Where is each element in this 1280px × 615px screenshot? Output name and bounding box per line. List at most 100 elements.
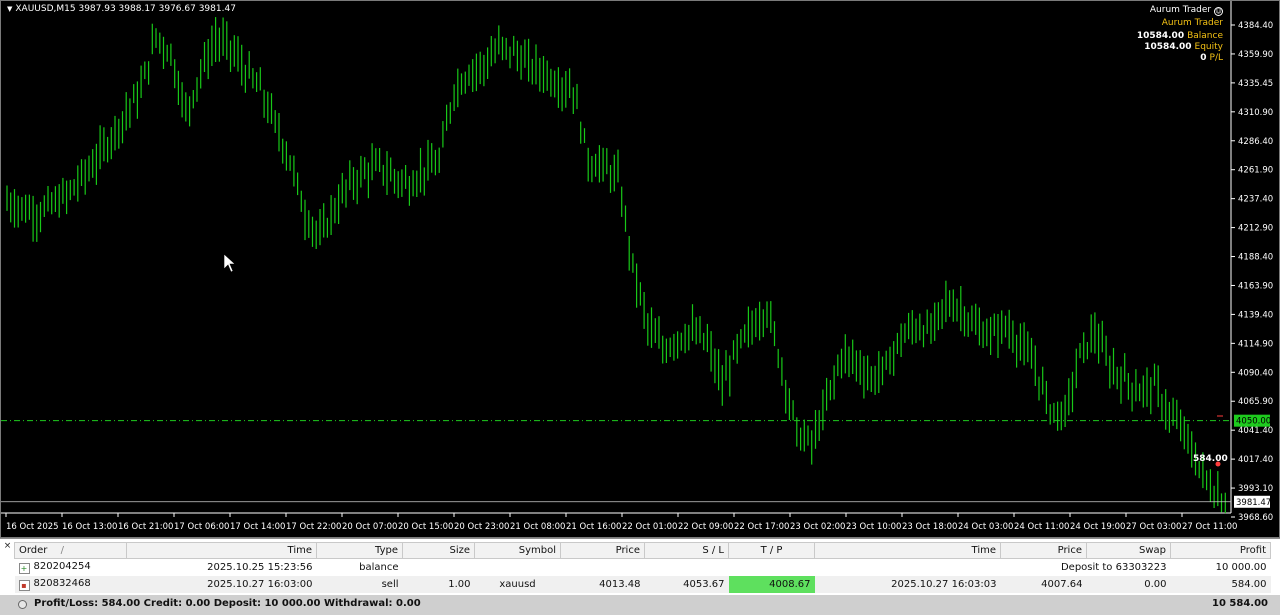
time-tick-label: 17 Oct 06:00 (174, 522, 229, 532)
mouse-cursor-icon (223, 253, 236, 273)
price-tick-label: 4286.40 (1238, 137, 1273, 147)
row-profit: 584.00 (1231, 578, 1267, 590)
time-tick-label: 21 Oct 16:00 (566, 522, 621, 532)
row-price: 4013.48 (599, 578, 641, 590)
closed-sell-icon: ▪ (18, 579, 30, 591)
time-tick-label: 27 Oct 11:00 (1182, 522, 1237, 532)
row-type: sell (381, 578, 399, 590)
account-summary-bar: Profit/Loss: 584.00 Credit: 0.00 Deposit… (0, 595, 1280, 615)
row-size: 1.00 (448, 578, 471, 590)
time-tick-label: 24 Oct 11:00 (1014, 522, 1069, 532)
table-row[interactable]: ▪ 820832468 2025.10.27 16:03:00 sell 1.00… (14, 575, 1271, 593)
time-tick-label: 20 Oct 23:00 (454, 522, 509, 532)
pl-line: 0 P/L (1200, 53, 1223, 64)
price-tick-label: 4359.90 (1238, 50, 1273, 60)
balance-value: 10584.00 (1136, 31, 1185, 41)
price-tick-label: 4261.90 (1238, 166, 1273, 176)
row-time: 2025.10.27 16:03:00 (207, 578, 313, 590)
time-tick-label: 20 Oct 15:00 (398, 522, 453, 532)
time-tick-label: 16 Oct 13:00 (62, 522, 117, 532)
summary-total: 10 584.00 (1212, 598, 1268, 609)
time-tick-label: 16 Oct 21:00 (118, 522, 173, 532)
col-size[interactable]: Size (402, 542, 475, 559)
pl-value: 0 (1200, 53, 1207, 63)
col-sl[interactable]: S / L (644, 542, 729, 559)
price-tick-label: 4310.90 (1238, 108, 1273, 118)
col-profit[interactable]: Profit (1170, 542, 1271, 559)
price-tick-label: 3968.60 (1238, 513, 1273, 523)
trade-history-table: Order / Time Type Size Symbol Price S / … (14, 542, 1271, 593)
chart-window[interactable]: 4384.40 4359.90 4335.45 4310.90 4286.40 4261.… (0, 0, 1280, 538)
time-tick-label: 23 Oct 02:00 (790, 522, 845, 532)
price-tick-label: 3993.10 (1238, 484, 1273, 494)
row-profit: 10 000.00 (1215, 561, 1267, 573)
price-tick-label: 4335.45 (1238, 79, 1273, 89)
price-tick-label: 4041.40 (1238, 426, 1273, 436)
smiley-icon: ☺ (1214, 7, 1223, 16)
price-tick-label: 4188.40 (1238, 253, 1273, 263)
row-time: 2025.10.25 15:23:56 (207, 561, 313, 573)
row-comment: Deposit to 63303223 (1060, 561, 1167, 573)
ea-label: Aurum Trader (1161, 18, 1223, 28)
balance-line: 10584.00 Balance (1137, 31, 1223, 42)
time-tick-label: 23 Oct 10:00 (846, 522, 901, 532)
col-close-time[interactable]: Time (814, 542, 1001, 559)
row-symbol: xauusd (499, 578, 536, 590)
table-header: Order / Time Type Size Symbol Price S / … (14, 542, 1271, 559)
balance-entry-icon: + (18, 562, 30, 574)
symbol-header-text: XAUUSD,M15 3987.93 3988.17 3976.67 3981.… (15, 4, 236, 14)
equity-value: 10584.00 (1144, 42, 1192, 52)
close-icon[interactable]: × (3, 542, 12, 551)
time-tick-label: 22 Oct 17:00 (734, 522, 789, 532)
time-tick-label: 17 Oct 22:00 (286, 522, 341, 532)
equity-label: Equity (1194, 42, 1223, 52)
col-swap[interactable]: Swap (1086, 542, 1171, 559)
ea-name: Aurum Trader (1149, 5, 1212, 15)
time-tick-label: 22 Oct 01:00 (622, 522, 677, 532)
price-tick-label: 4090.40 (1238, 368, 1273, 378)
chart-menu-icon[interactable]: ▼ (7, 5, 12, 13)
equity-line: 10584.00 Equity (1144, 42, 1223, 53)
col-tp[interactable]: T / P (728, 542, 815, 559)
order-id: 820204254 (33, 560, 91, 572)
status-dot-icon (18, 600, 27, 609)
order-id: 820832468 (33, 577, 91, 589)
price-chart[interactable]: 4384.40 4359.90 4335.45 4310.90 4286.40 4261.… (1, 1, 1279, 537)
time-tick-label: 21 Oct 08:00 (510, 522, 565, 532)
price-tick-label: 4139.40 (1238, 310, 1273, 320)
sort-indicator-icon: / (60, 545, 64, 556)
col-symbol[interactable]: Symbol (474, 542, 561, 559)
price-tick-label: 4384.40 (1238, 21, 1273, 31)
time-tick-label: 16 Oct 2025 (6, 522, 59, 532)
price-tick-label: 4163.90 (1238, 281, 1273, 291)
trade-close-marker (1215, 461, 1221, 467)
time-tick-label: 24 Oct 19:00 (1070, 522, 1125, 532)
symbol-header[interactable]: ▼ XAUUSD,M15 3987.93 3988.17 3976.67 3981… (7, 4, 236, 14)
time-tick-label: 22 Oct 09:00 (678, 522, 733, 532)
pl-label: P/L (1209, 53, 1223, 63)
row-swap: 0.00 (1144, 578, 1167, 590)
level-price-tag-label: 4050.00 (1236, 417, 1271, 427)
time-tick-label: 27 Oct 03:00 (1126, 522, 1181, 532)
current-price-tag-label: 3981.47 (1236, 498, 1271, 508)
col-order[interactable]: Order / (14, 542, 127, 559)
price-tick-label: 4212.90 (1238, 224, 1273, 234)
price-tick-label: 4017.40 (1238, 455, 1273, 465)
col-price[interactable]: Price (560, 542, 645, 559)
pl-marker-label: 584.00 (1193, 454, 1228, 464)
terminal-app: 4384.40 4359.90 4335.45 4310.90 4286.40 4261.… (0, 0, 1280, 615)
time-tick-label: 23 Oct 18:00 (902, 522, 957, 532)
summary-text: Profit/Loss: 584.00 Credit: 0.00 Deposit… (34, 598, 421, 609)
time-tick-label: 20 Oct 07:00 (342, 522, 397, 532)
table-row[interactable]: +820204254 2025.10.25 15:23:56 balance D… (15, 559, 1271, 576)
col-type[interactable]: Type (316, 542, 403, 559)
time-tick-label: 17 Oct 14:00 (230, 522, 285, 532)
balance-label: Balance (1187, 31, 1223, 41)
col-close-price[interactable]: Price (1000, 542, 1087, 559)
row-close-price: 4007.64 (1041, 578, 1083, 590)
time-tick-label: 24 Oct 03:00 (958, 522, 1013, 532)
row-close-time: 2025.10.27 16:03:03 (891, 578, 997, 590)
row-type: balance (359, 561, 399, 573)
col-time[interactable]: Time (126, 542, 317, 559)
row-tp: 4008.67 (728, 575, 815, 593)
